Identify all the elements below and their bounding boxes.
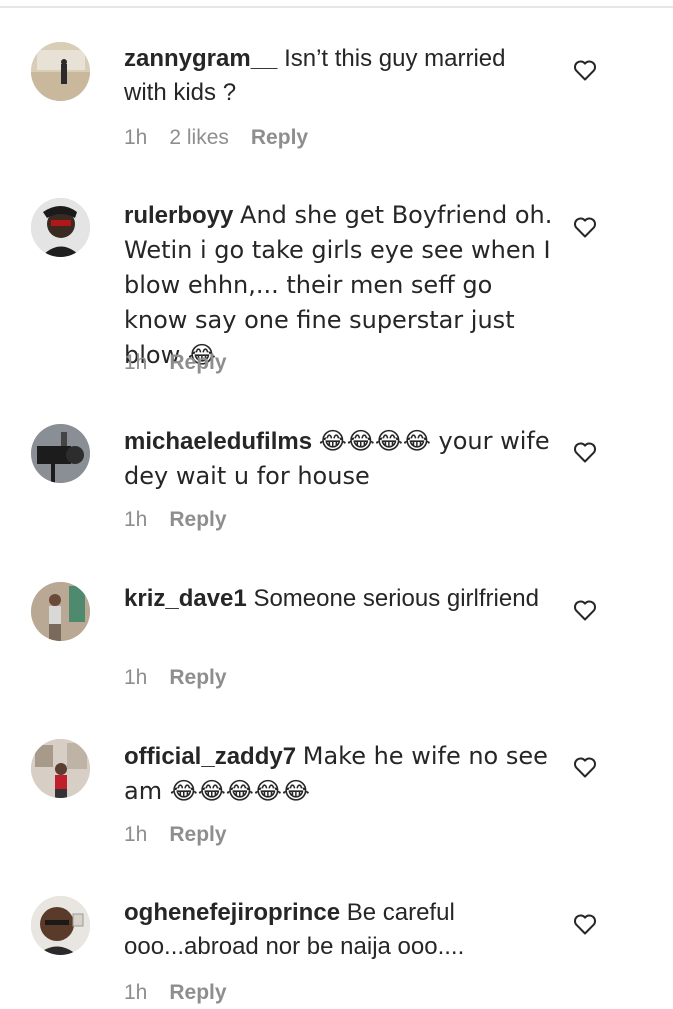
- comment-meta: 1h 2 likes Reply: [124, 126, 308, 150]
- comment-body: michaeledufilms 😂😂😂😂 your wife dey wait …: [124, 424, 554, 494]
- comment-meta: 1h Reply: [124, 981, 227, 1005]
- comment-time: 1h: [124, 508, 148, 531]
- reply-button[interactable]: Reply: [169, 351, 226, 375]
- avatar[interactable]: [31, 582, 90, 641]
- heart-icon[interactable]: [573, 441, 597, 463]
- avatar[interactable]: [31, 896, 90, 955]
- comment-username[interactable]: rulerboyy: [124, 202, 233, 229]
- avatar[interactable]: [31, 424, 90, 483]
- reply-button[interactable]: Reply: [251, 126, 308, 150]
- top-divider: [0, 6, 673, 8]
- comment-body: kriz_dave1 Someone serious girlfriend: [124, 582, 554, 616]
- heart-icon[interactable]: [573, 913, 597, 935]
- comment-meta: 1h Reply: [124, 666, 227, 690]
- reply-button[interactable]: Reply: [169, 823, 226, 847]
- comment-meta: 1h Reply: [124, 508, 227, 532]
- comment-time: 1h: [124, 981, 148, 1004]
- comment-username[interactable]: zannygram__: [124, 45, 277, 72]
- comment-body: official_zaddy7 Make he wife no see am 😂…: [124, 739, 554, 809]
- heart-icon[interactable]: [573, 216, 597, 238]
- comment-username[interactable]: michaeledufilms: [124, 428, 312, 455]
- comment-time: 1h: [124, 666, 148, 689]
- comment-body: rulerboyy And she get Boyfriend oh. Weti…: [124, 198, 554, 373]
- comment-meta: 1h Reply: [124, 351, 227, 375]
- comment-time: 1h: [124, 126, 148, 149]
- reply-button[interactable]: Reply: [169, 666, 226, 690]
- comment-body: oghenefejiroprince Be careful ooo...abro…: [124, 896, 554, 964]
- comment-time: 1h: [124, 823, 148, 846]
- comment-username[interactable]: oghenefejiroprince: [124, 899, 340, 926]
- reply-button[interactable]: Reply: [169, 508, 226, 532]
- heart-icon[interactable]: [573, 59, 597, 81]
- comment-likes[interactable]: 2 likes: [169, 126, 229, 150]
- comment-text: Someone serious girlfriend: [253, 585, 539, 612]
- comment-time: 1h: [124, 351, 148, 374]
- comment-username[interactable]: kriz_dave1: [124, 585, 247, 612]
- reply-button[interactable]: Reply: [169, 981, 226, 1005]
- comment-meta: 1h Reply: [124, 823, 227, 847]
- avatar[interactable]: [31, 739, 90, 798]
- avatar[interactable]: [31, 198, 90, 257]
- comment-body: zannygram__ Isn’t this guy married with …: [124, 42, 554, 110]
- heart-icon[interactable]: [573, 599, 597, 621]
- avatar[interactable]: [31, 42, 90, 101]
- comment-username[interactable]: official_zaddy7: [124, 743, 296, 770]
- heart-icon[interactable]: [573, 756, 597, 778]
